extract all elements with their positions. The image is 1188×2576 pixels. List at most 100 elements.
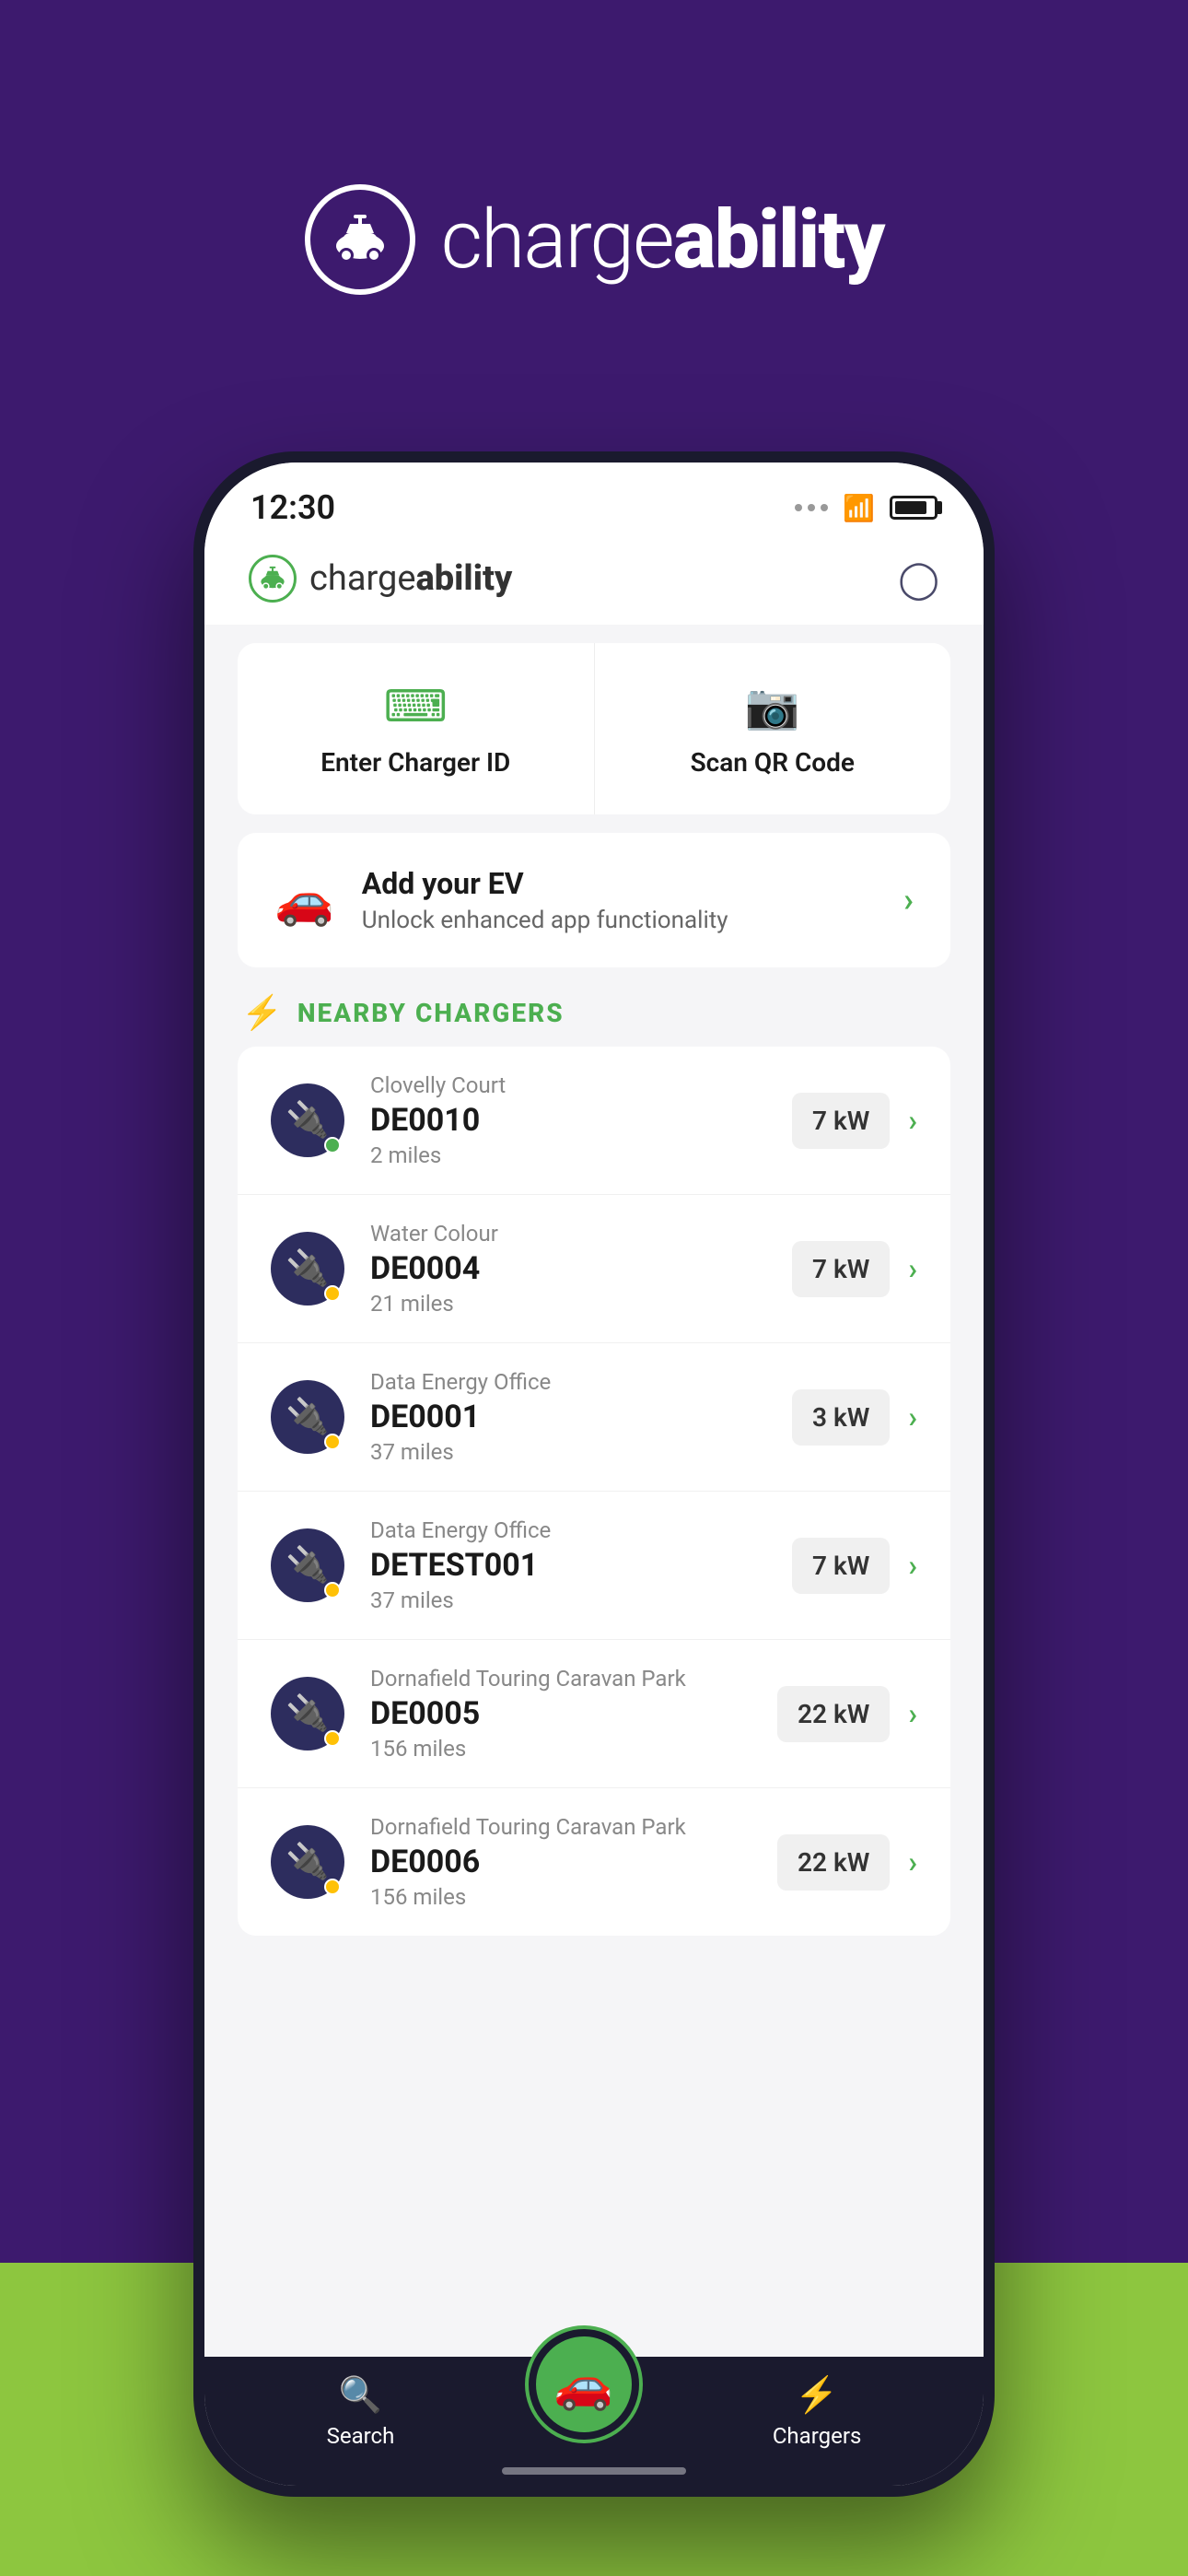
charger-distance: 37 miles: [370, 1587, 792, 1613]
charger-id: DE0006: [370, 1844, 777, 1880]
charger-chevron-icon: ›: [908, 1844, 917, 1879]
charger-info: Water Colour DE0004 21 miles: [370, 1221, 792, 1317]
kw-badge: 7 kW: [792, 1538, 890, 1594]
quick-actions: ⌨ Enter Charger ID 📷 Scan QR Code: [238, 643, 950, 814]
charger-avatar-wrap: 🔌: [271, 1083, 344, 1157]
app-logo-text-small: chargeability: [309, 558, 512, 599]
app-logo-icon-small: [249, 555, 297, 603]
main-logo: chargeability: [305, 184, 884, 295]
charger-distance: 21 miles: [370, 1291, 792, 1317]
charger-id: DE0010: [370, 1102, 792, 1139]
keyboard-icon: ⌨: [384, 680, 448, 732]
nav-home-center[interactable]: 🚗: [529, 2329, 639, 2440]
charger-item[interactable]: 🔌 Data Energy Office DE0001 37 miles 3 k…: [238, 1343, 950, 1492]
charger-item[interactable]: 🔌 Water Colour DE0004 21 miles 7 kW: [238, 1195, 950, 1343]
status-bar: 12:30 📶: [204, 463, 984, 536]
wifi-icon: 📶: [843, 493, 875, 523]
charger-distance: 156 miles: [370, 1884, 777, 1910]
kw-badge: 22 kW: [777, 1686, 890, 1742]
nav-chargers[interactable]: ⚡ Chargers: [773, 2375, 862, 2449]
enter-charger-id-label: Enter Charger ID: [320, 747, 510, 778]
charger-id: DETEST001: [370, 1547, 792, 1584]
charger-station-icon: ⚡: [241, 993, 283, 1032]
screen-content: ⌨ Enter Charger ID 📷 Scan QR Code 🚗 Add …: [204, 625, 984, 2357]
charger-chevron-icon: ›: [908, 1399, 917, 1434]
charger-right: 3 kW ›: [792, 1389, 917, 1446]
status-icons: 📶: [795, 493, 938, 523]
status-time: 12:30: [250, 488, 335, 527]
charger-id: DE0001: [370, 1399, 792, 1435]
charger-chevron-icon: ›: [908, 1548, 917, 1583]
charger-location: Data Energy Office: [370, 1369, 792, 1395]
charger-right: 22 kW ›: [777, 1686, 917, 1742]
charger-id: DE0005: [370, 1695, 777, 1732]
car-icon: 🚗: [274, 872, 334, 929]
add-ev-banner[interactable]: 🚗 Add your EV Unlock enhanced app functi…: [238, 833, 950, 967]
enter-charger-id-button[interactable]: ⌨ Enter Charger ID: [238, 643, 595, 814]
search-nav-label: Search: [327, 2423, 395, 2449]
ev-title: Add your EV: [362, 866, 903, 901]
plug-icon: 🔌: [285, 1693, 329, 1734]
charger-distance: 156 miles: [370, 1736, 777, 1762]
bottom-nav: 🔍 Search 🚗 ⚡ Chargers: [204, 2357, 984, 2486]
chargers-nav-label: Chargers: [773, 2423, 862, 2449]
plug-icon: 🔌: [285, 1248, 329, 1289]
home-bubble[interactable]: 🚗: [529, 2329, 639, 2440]
phone-screen: 12:30 📶: [204, 463, 984, 2486]
profile-icon[interactable]: ◯: [898, 557, 939, 601]
nearby-section: ⚡ NEARBY CHARGERS 🔌: [238, 993, 950, 1936]
kw-badge: 7 kW: [792, 1241, 890, 1297]
charger-location: Dornafield Touring Caravan Park: [370, 1666, 777, 1692]
charger-chevron-icon: ›: [908, 1696, 917, 1731]
charger-distance: 37 miles: [370, 1439, 792, 1465]
charger-info: Dornafield Touring Caravan Park DE0005 1…: [370, 1666, 777, 1762]
camera-icon: 📷: [745, 680, 800, 732]
ev-text: Add your EV Unlock enhanced app function…: [362, 866, 903, 934]
charger-location: Dornafield Touring Caravan Park: [370, 1814, 777, 1840]
phone-shell: 12:30 📶: [193, 451, 995, 2497]
plug-icon: 🔌: [285, 1100, 329, 1141]
nearby-header: ⚡ NEARBY CHARGERS: [238, 993, 950, 1032]
ev-chevron-icon: ›: [903, 881, 914, 919]
charger-avatar-wrap: 🔌: [271, 1825, 344, 1899]
charger-id: DE0004: [370, 1250, 792, 1287]
battery-icon: [890, 496, 938, 520]
app-logo-small: chargeability: [249, 555, 512, 603]
charger-item[interactable]: 🔌 Data Energy Office DETEST001 37 miles …: [238, 1492, 950, 1640]
status-dot-yellow: [324, 1730, 341, 1747]
charger-info: Clovelly Court DE0010 2 miles: [370, 1072, 792, 1168]
charger-right: 7 kW ›: [792, 1538, 917, 1594]
charger-avatar-wrap: 🔌: [271, 1380, 344, 1454]
charger-item[interactable]: 🔌 Dornafield Touring Caravan Park DE0005…: [238, 1640, 950, 1788]
phone-wrapper: 12:30 📶: [193, 451, 995, 2497]
signal-dots-icon: [795, 504, 828, 511]
status-dot-green: [324, 1137, 341, 1153]
logo-icon: [305, 184, 415, 295]
lightning-icon: ⚡: [795, 2375, 838, 2416]
scan-qr-button[interactable]: 📷 Scan QR Code: [595, 643, 951, 814]
kw-badge: 7 kW: [792, 1093, 890, 1149]
kw-badge: 22 kW: [777, 1834, 890, 1891]
plug-icon: 🔌: [285, 1397, 329, 1437]
charger-avatar-wrap: 🔌: [271, 1528, 344, 1602]
status-dot-yellow: [324, 1285, 341, 1302]
charger-chevron-icon: ›: [908, 1251, 917, 1286]
plug-icon: 🔌: [285, 1545, 329, 1586]
kw-badge: 3 kW: [792, 1389, 890, 1446]
charger-distance: 2 miles: [370, 1142, 792, 1168]
top-logo-area: chargeability: [0, 0, 1188, 461]
nav-search[interactable]: 🔍 Search: [327, 2375, 395, 2449]
charger-right: 7 kW ›: [792, 1241, 917, 1297]
plug-icon: 🔌: [285, 1842, 329, 1882]
charger-right: 7 kW ›: [792, 1093, 917, 1149]
charger-item[interactable]: 🔌 Dornafield Touring Caravan Park DE0006…: [238, 1788, 950, 1936]
app-header: chargeability ◯: [204, 536, 984, 625]
home-car-icon: 🚗: [553, 2357, 613, 2413]
charger-info: Data Energy Office DE0001 37 miles: [370, 1369, 792, 1465]
charger-chevron-icon: ›: [908, 1103, 917, 1138]
charger-info: Dornafield Touring Caravan Park DE0006 1…: [370, 1814, 777, 1910]
ev-subtitle: Unlock enhanced app functionality: [362, 907, 903, 934]
status-dot-yellow: [324, 1434, 341, 1450]
charger-item[interactable]: 🔌 Clovelly Court DE0010 2 miles 7 kW: [238, 1047, 950, 1195]
charger-list: 🔌 Clovelly Court DE0010 2 miles 7 kW: [238, 1047, 950, 1936]
